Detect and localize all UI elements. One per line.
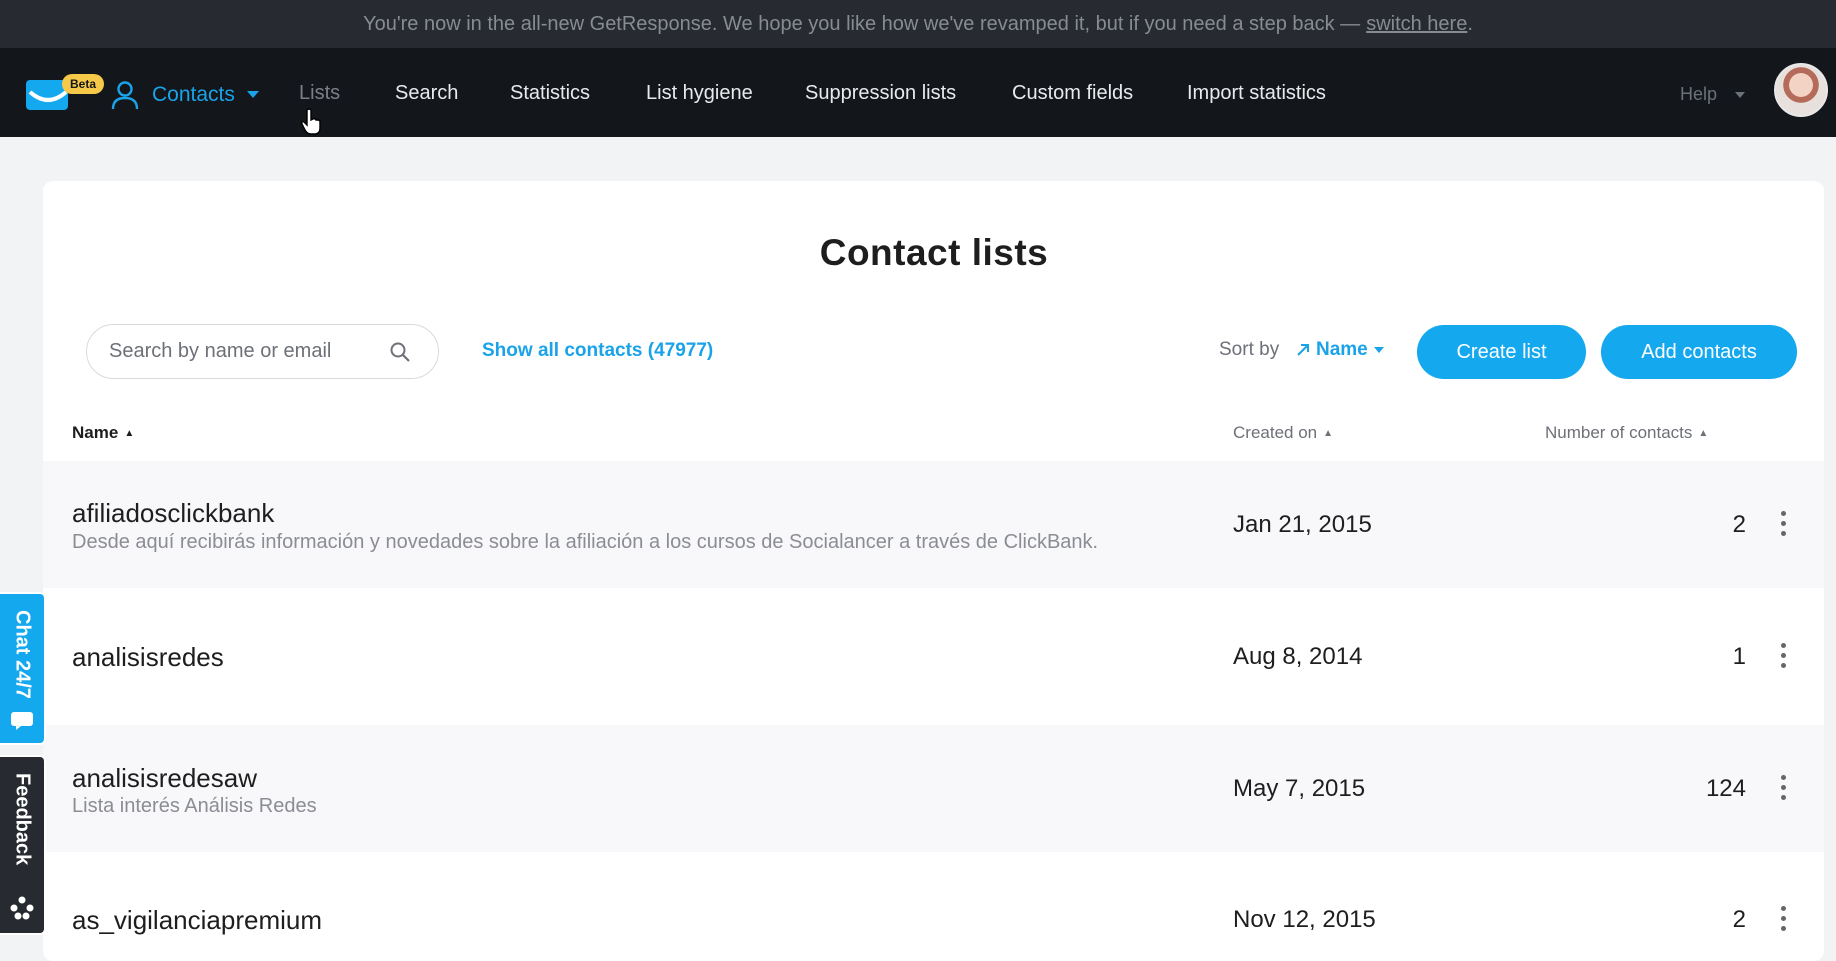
hand-cursor-icon [301, 108, 321, 135]
nav-item-statistics[interactable]: Statistics [510, 82, 590, 105]
created-date: Aug 8, 2014 [1233, 643, 1363, 670]
created-date: Nov 12, 2015 [1233, 906, 1376, 933]
kebab-menu-icon[interactable] [1777, 643, 1789, 673]
avatar[interactable] [1774, 63, 1828, 117]
chevron-down-icon [1373, 347, 1384, 353]
feedback-tab[interactable]: Feedback [0, 755, 46, 935]
kebab-menu-icon[interactable] [1777, 906, 1789, 936]
list-name[interactable]: analisisredes [72, 642, 224, 673]
contacts-menu-label: Contacts [152, 83, 235, 106]
search-input[interactable] [109, 340, 369, 363]
column-header-count-label: Number of contacts [1545, 423, 1693, 442]
list-description: Desde aquí recibirás información y noved… [72, 531, 1099, 553]
chat-bubble-icon [11, 712, 33, 730]
banner-end: . [1467, 12, 1473, 35]
switch-here-link[interactable]: switch here [1366, 13, 1467, 36]
sort-asc-icon: ▲ [1698, 427, 1709, 439]
column-header-name-label: Name [72, 423, 119, 442]
sort-label: Sort by [1219, 339, 1280, 360]
nav-item-suppression-lists[interactable]: Suppression lists [805, 82, 956, 105]
help-label: Help [1680, 84, 1718, 104]
sort-arrow-icon [1297, 344, 1309, 356]
kebab-menu-icon[interactable] [1777, 775, 1789, 805]
column-header-name[interactable]: Name ▲ [72, 423, 134, 443]
table-row[interactable]: as_vigilanciapremium Nov 12, 2015 2 [43, 857, 1824, 953]
column-header-created-label: Created on [1233, 423, 1318, 442]
column-header-created[interactable]: Created on ▲ [1233, 423, 1333, 443]
table-row[interactable]: analisisredes Aug 8, 2014 1 [43, 593, 1824, 720]
created-date: May 7, 2015 [1233, 775, 1366, 802]
table-row[interactable]: afiliadosclickbank Desde aquí recibirás … [43, 461, 1824, 588]
sort-asc-icon: ▲ [124, 427, 135, 439]
user-icon [111, 81, 139, 110]
list-name[interactable]: as_vigilanciapremium [72, 905, 322, 936]
sort-value-label: Name [1316, 339, 1368, 360]
nav-item-lists[interactable]: Lists [299, 82, 340, 105]
main-navbar: Beta Contacts Lists Search Statistics Li… [0, 48, 1836, 137]
nav-item-import-statistics[interactable]: Import statistics [1187, 82, 1326, 105]
list-description: Lista interés Análisis Redes [72, 795, 317, 817]
feedback-dots-icon [10, 896, 34, 920]
contact-count: 2 [1732, 511, 1746, 538]
contact-count: 124 [1705, 775, 1746, 802]
page-title: Contact lists [819, 232, 1049, 273]
contact-count: 2 [1732, 906, 1746, 933]
search-icon[interactable] [390, 342, 410, 362]
beta-badge: Beta [62, 74, 104, 94]
table-row[interactable]: analisisredesaw Lista interés Análisis R… [43, 725, 1824, 852]
search-box[interactable] [86, 324, 439, 379]
list-name[interactable]: analisisredesaw [72, 763, 257, 794]
contacts-menu[interactable]: Contacts [110, 78, 271, 112]
show-all-contacts-link[interactable]: Show all contacts (47977) [482, 340, 713, 362]
chevron-down-icon [1735, 91, 1746, 98]
contact-count: 1 [1732, 643, 1746, 670]
help-menu[interactable]: Help [1680, 84, 1746, 105]
chat-tab[interactable]: Chat 24/7 [0, 592, 46, 745]
create-list-button[interactable]: Create list [1417, 325, 1586, 379]
add-contacts-button[interactable]: Add contacts [1601, 325, 1797, 379]
top-banner: You're now in the all-new GetResponse. W… [0, 0, 1836, 48]
nav-item-list-hygiene[interactable]: List hygiene [646, 82, 753, 105]
sort-asc-icon: ▲ [1323, 427, 1334, 439]
nav-item-search[interactable]: Search [395, 82, 458, 105]
nav-item-custom-fields[interactable]: Custom fields [1012, 82, 1133, 105]
list-name[interactable]: afiliadosclickbank [72, 498, 274, 529]
kebab-menu-icon[interactable] [1777, 511, 1789, 541]
feedback-tab-label: Feedback [11, 773, 34, 866]
chevron-down-icon [246, 91, 259, 98]
column-header-count[interactable]: Number of contacts ▲ [1545, 423, 1708, 443]
chat-tab-label: Chat 24/7 [11, 610, 34, 699]
sort-dropdown[interactable]: Name [1296, 339, 1384, 361]
created-date: Jan 21, 2015 [1233, 511, 1372, 538]
banner-message: You're now in the all-new GetResponse. W… [363, 12, 1361, 35]
